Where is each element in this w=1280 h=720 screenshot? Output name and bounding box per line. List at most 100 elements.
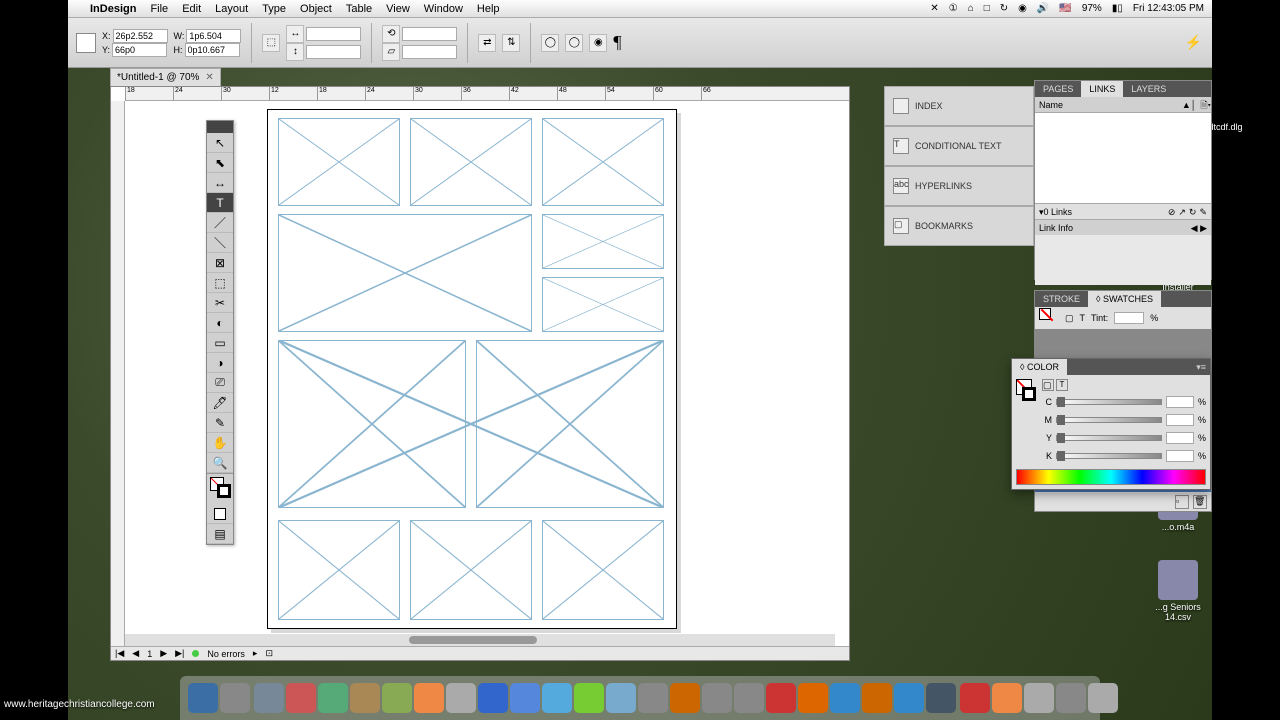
tool-button[interactable]: ⊠: [207, 253, 233, 273]
page-number[interactable]: 1: [147, 649, 152, 659]
pathfinder-icon[interactable]: ◉: [589, 34, 607, 52]
last-page-icon[interactable]: ▶|: [175, 648, 184, 659]
shear-icon[interactable]: ▱: [382, 43, 400, 61]
tool-button[interactable]: 🔍: [207, 453, 233, 473]
close-icon[interactable]: ✕: [205, 72, 213, 83]
tool-button[interactable]: ↖: [207, 133, 233, 153]
flag-icon[interactable]: 🇺🇸: [1059, 3, 1071, 14]
dock-app-icon[interactable]: [992, 683, 1022, 713]
update-link-icon[interactable]: ↻: [1189, 204, 1197, 219]
tool-button[interactable]: ⬉: [207, 153, 233, 173]
scale-y-field[interactable]: [306, 45, 361, 59]
menu-edit[interactable]: Edit: [182, 3, 201, 15]
color-fill-stroke-proxy[interactable]: [1016, 379, 1038, 419]
tab-color[interactable]: ◊ COLOR: [1012, 359, 1067, 375]
reference-point-selector[interactable]: [76, 33, 96, 53]
dock-app-icon[interactable]: [382, 683, 412, 713]
dock-app-icon[interactable]: [606, 683, 636, 713]
edit-original-icon[interactable]: ✎: [1199, 204, 1207, 219]
prev-page-icon[interactable]: ◀: [132, 648, 139, 659]
dock-app-icon[interactable]: [702, 683, 732, 713]
y-field[interactable]: [112, 43, 167, 57]
links-col-page-icon[interactable]: 🗎▾: [1200, 97, 1211, 112]
channel-slider[interactable]: [1056, 453, 1162, 459]
link-info-label[interactable]: Link Info: [1039, 223, 1073, 233]
tool-button[interactable]: ✎: [207, 413, 233, 433]
dock-app-icon[interactable]: [188, 683, 218, 713]
dock-app-icon[interactable]: [1056, 683, 1086, 713]
tint-field[interactable]: [1114, 312, 1144, 324]
scale-icon[interactable]: ⬚: [262, 34, 280, 52]
tool-button[interactable]: ⬚: [207, 273, 233, 293]
menu-table[interactable]: Table: [346, 3, 372, 15]
dock-app-icon[interactable]: [926, 683, 956, 713]
view-mode-icon[interactable]: ▤: [207, 524, 233, 544]
container-formatting-icon[interactable]: ▢: [1042, 379, 1054, 391]
apply-color-icon[interactable]: [207, 504, 233, 524]
fill-stroke-proxy[interactable]: [1039, 308, 1059, 328]
corner-options-icon[interactable]: ◯: [565, 34, 583, 52]
dock-app-icon[interactable]: [478, 683, 508, 713]
tool-button[interactable]: ↔: [207, 173, 233, 193]
tool-button[interactable]: ⎚: [207, 373, 233, 393]
image-frame[interactable]: [542, 277, 664, 332]
dock-app-icon[interactable]: [414, 683, 444, 713]
tab-swatches[interactable]: ◊ SWATCHES: [1088, 291, 1161, 307]
image-frame[interactable]: [410, 520, 532, 620]
dock-app-icon[interactable]: [1088, 683, 1118, 713]
goto-link-icon[interactable]: ↗: [1178, 204, 1186, 219]
dock-app-icon[interactable]: [574, 683, 604, 713]
tool-button[interactable]: 🖊: [207, 393, 233, 413]
image-frame[interactable]: [542, 214, 664, 269]
dock-app-icon[interactable]: [1024, 683, 1054, 713]
panel-tab-conditional-text[interactable]: TCONDITIONAL TEXT: [884, 126, 1034, 166]
horizontal-scrollbar[interactable]: [125, 634, 835, 646]
channel-value[interactable]: [1166, 432, 1194, 444]
dock-app-icon[interactable]: [960, 683, 990, 713]
tool-button[interactable]: T: [207, 193, 233, 213]
dock-app-icon[interactable]: [830, 683, 860, 713]
corner-options-icon[interactable]: ◯: [541, 34, 559, 52]
panel-tab-bookmarks[interactable]: ▢BOOKMARKS: [884, 206, 1034, 246]
rotate-field[interactable]: [402, 27, 457, 41]
clock[interactable]: Fri 12:43:05 PM: [1133, 3, 1204, 14]
h-field[interactable]: [185, 43, 240, 57]
tool-button[interactable]: ／: [207, 213, 233, 233]
dock-app-icon[interactable]: [510, 683, 540, 713]
preflight-status[interactable]: No errors: [207, 649, 245, 659]
scale-y-icon[interactable]: ↕: [286, 43, 304, 61]
text-formatting-icon[interactable]: T: [1056, 379, 1068, 391]
channel-slider[interactable]: [1056, 399, 1162, 405]
menubar-icon[interactable]: □: [984, 3, 990, 14]
tab-layers[interactable]: LAYERS: [1123, 81, 1174, 97]
dock-app-icon[interactable]: [220, 683, 250, 713]
menu-view[interactable]: View: [386, 3, 410, 15]
volume-icon[interactable]: 🔊: [1037, 3, 1049, 14]
links-col-name[interactable]: Name: [1039, 97, 1063, 112]
tool-button[interactable]: ✂: [207, 293, 233, 313]
delete-swatch-icon[interactable]: 🗑: [1193, 495, 1207, 509]
tab-links[interactable]: LINKS: [1081, 81, 1123, 97]
flip-h-icon[interactable]: ⇄: [478, 34, 496, 52]
image-frame[interactable]: [542, 118, 664, 206]
container-formatting-icon[interactable]: ▢: [1065, 313, 1074, 324]
channel-value[interactable]: [1166, 414, 1194, 426]
app-menu[interactable]: InDesign: [90, 3, 136, 15]
dock-app-icon[interactable]: [254, 683, 284, 713]
panel-tab-index[interactable]: INDEX: [884, 86, 1034, 126]
channel-slider[interactable]: [1056, 417, 1162, 423]
color-spectrum[interactable]: [1016, 469, 1206, 485]
rotate-icon[interactable]: ⟲: [382, 25, 400, 43]
next-page-icon[interactable]: ▶: [160, 648, 167, 659]
tool-button[interactable]: ◑: [207, 353, 233, 373]
tools-panel[interactable]: ↖⬉↔T／＼⊠⬚✂◐▭◑⎚🖊✎✋🔍 ▤: [206, 120, 234, 545]
tool-button[interactable]: ＼: [207, 233, 233, 253]
panel-tab-hyperlinks[interactable]: abcHYPERLINKS: [884, 166, 1034, 206]
document-tab[interactable]: *Untitled-1 @ 70% ✕: [110, 68, 221, 86]
channel-value[interactable]: [1166, 396, 1194, 408]
first-page-icon[interactable]: |◀: [115, 648, 124, 659]
fill-stroke-swatches[interactable]: [207, 474, 233, 504]
menu-file[interactable]: File: [150, 3, 168, 15]
menubar-icon[interactable]: ⌂: [968, 3, 974, 14]
wifi-icon[interactable]: ◉: [1018, 3, 1027, 14]
